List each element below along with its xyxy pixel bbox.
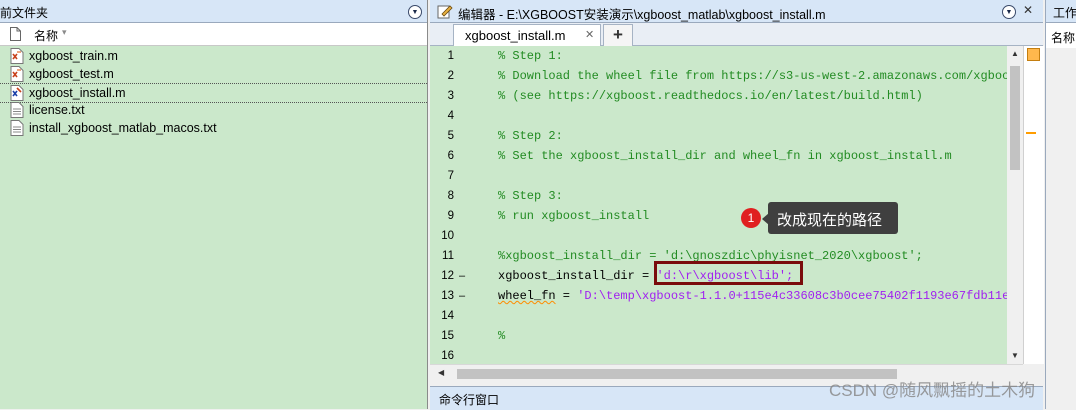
m-file-icon — [10, 66, 24, 82]
file-item[interactable]: license.txt — [0, 101, 427, 119]
workspace-panel: 工作区 名称 — [1045, 0, 1076, 409]
scroll-thumb[interactable] — [1010, 66, 1020, 170]
name-column-header[interactable]: 名称 — [34, 27, 58, 44]
command-window-label[interactable]: 命令行窗口 — [439, 391, 499, 408]
page-icon — [10, 27, 21, 41]
code-line[interactable]: % — [498, 329, 505, 343]
current-folder-panel: 当前文件夹 ▼ 名称 ▾ xgboost_train.m xgboost_tes… — [0, 0, 428, 409]
string-literal[interactable]: 'D:\temp\xgboost-1.1.0+115e4c33608c3b0ce… — [577, 289, 1007, 303]
line-number: 7 — [447, 170, 454, 182]
name-column-header[interactable]: 名称 — [1051, 29, 1075, 46]
m-file-icon — [10, 48, 24, 64]
scroll-up-icon[interactable]: ▲ — [1011, 49, 1019, 58]
code-area[interactable]: 1 % Step 1: 2 % Download the wheel file fro… — [430, 46, 1007, 364]
line-number: 12 — [441, 270, 454, 282]
line-number: 14 — [441, 310, 454, 322]
scroll-left-icon[interactable]: ◀ — [438, 368, 444, 377]
file-name[interactable]: xgboost_install.m — [29, 86, 126, 100]
file-name[interactable]: install_xgboost_matlab_macos.txt — [29, 121, 217, 135]
line-number: 15 — [441, 330, 454, 342]
file-name[interactable]: license.txt — [29, 103, 85, 117]
variable-name[interactable]: wheel_fn — [498, 289, 556, 303]
breakpoint-marker[interactable]: – — [459, 270, 465, 282]
tab-label[interactable]: xgboost_install.m — [465, 28, 565, 43]
code-line[interactable]: % Download the wheel file from https://s… — [498, 69, 1007, 83]
file-name[interactable]: xgboost_train.m — [29, 49, 118, 63]
line-number: 13 — [441, 290, 454, 302]
callout-tooltip: 改成现在的路径 — [768, 202, 898, 234]
analyzer-status-icon[interactable] — [1027, 48, 1040, 61]
line-number: 3 — [447, 90, 454, 102]
code-line[interactable]: % Set the xgboost_install_dir and wheel_… — [498, 149, 952, 163]
step-badge: 1 — [741, 208, 761, 228]
code-statement[interactable]: xgboost_install_dir = — [498, 269, 656, 283]
file-item[interactable]: xgboost_train.m — [0, 47, 427, 65]
highlight-box — [654, 261, 803, 285]
tab-close-icon[interactable]: ✕ — [585, 28, 594, 41]
code-line[interactable]: % Step 2: — [498, 129, 563, 143]
add-tab-button[interactable]: + — [603, 24, 633, 46]
text-file-icon — [10, 120, 24, 136]
line-number: 10 — [441, 230, 454, 242]
code-line[interactable]: wheel_fn = 'D:\temp\xgboost-1.1.0+115e4c… — [498, 289, 1007, 303]
file-name[interactable]: xgboost_test.m — [29, 67, 114, 81]
file-item[interactable]: xgboost_test.m — [0, 65, 427, 83]
line-number: 8 — [447, 190, 454, 202]
tab-xgboost-install[interactable]: xgboost_install.m ✕ — [453, 24, 601, 46]
editor-panel: 编辑器 - E:\XGBOOST安装演示\xgboost_matlab\xgbo… — [430, 0, 1044, 410]
editor-actions-icon[interactable]: ▼ — [1002, 5, 1016, 19]
workspace-title: 工作区 — [1053, 6, 1076, 20]
callout-text: 改成现在的路径 — [777, 212, 883, 229]
line-number: 2 — [447, 70, 454, 82]
line-number: 6 — [447, 150, 454, 162]
line-number: 1 — [447, 50, 454, 62]
current-folder-title: 当前文件夹 — [0, 6, 49, 20]
line-number: 4 — [447, 110, 454, 122]
m-file-active-icon — [10, 85, 24, 101]
sort-down-icon[interactable]: ▾ — [62, 27, 67, 38]
editor-title: 编辑器 - E:\XGBOOST安装演示\xgboost_matlab\xgbo… — [458, 8, 826, 22]
workspace-title-bar: 工作区 — [1046, 0, 1076, 23]
line-number: 16 — [441, 350, 454, 362]
current-folder-title-bar: 当前文件夹 ▼ — [0, 0, 427, 23]
code-line[interactable]: % run xgboost_install — [498, 209, 649, 223]
code-line[interactable]: % Step 1: — [498, 49, 563, 63]
breakpoint-marker[interactable]: – — [459, 290, 465, 302]
line-number: 11 — [442, 250, 454, 262]
code-line[interactable]: % Step 3: — [498, 189, 563, 203]
watermark: CSDN @随风飘摇的土木狗 — [829, 381, 1036, 400]
file-item-selected[interactable]: xgboost_install.m — [0, 83, 427, 103]
text-file-icon — [10, 102, 24, 118]
warning-marker[interactable] — [1026, 132, 1036, 134]
code-analyzer-bar[interactable] — [1023, 46, 1044, 364]
editor-pen-icon — [437, 5, 453, 19]
editor-tab-bar: xgboost_install.m ✕ + — [430, 23, 1043, 46]
editor-title-bar: 编辑器 - E:\XGBOOST安装演示\xgboost_matlab\xgbo… — [430, 0, 1043, 23]
scroll-down-icon[interactable]: ▼ — [1011, 351, 1019, 360]
code-operator[interactable]: = — [556, 289, 578, 303]
close-icon[interactable]: ✕ — [1023, 3, 1033, 17]
line-number: 9 — [447, 210, 454, 222]
file-list-header[interactable]: 名称 ▾ — [0, 23, 427, 46]
workspace-column-header[interactable]: 名称 — [1046, 23, 1076, 48]
vertical-scrollbar[interactable]: ▲ ▼ — [1007, 46, 1023, 364]
file-item[interactable]: install_xgboost_matlab_macos.txt — [0, 119, 427, 137]
panel-actions-icon[interactable]: ▼ — [408, 5, 422, 19]
line-number: 5 — [447, 130, 454, 142]
code-line[interactable]: % (see https://xgboost.readthedocs.io/en… — [498, 89, 923, 103]
